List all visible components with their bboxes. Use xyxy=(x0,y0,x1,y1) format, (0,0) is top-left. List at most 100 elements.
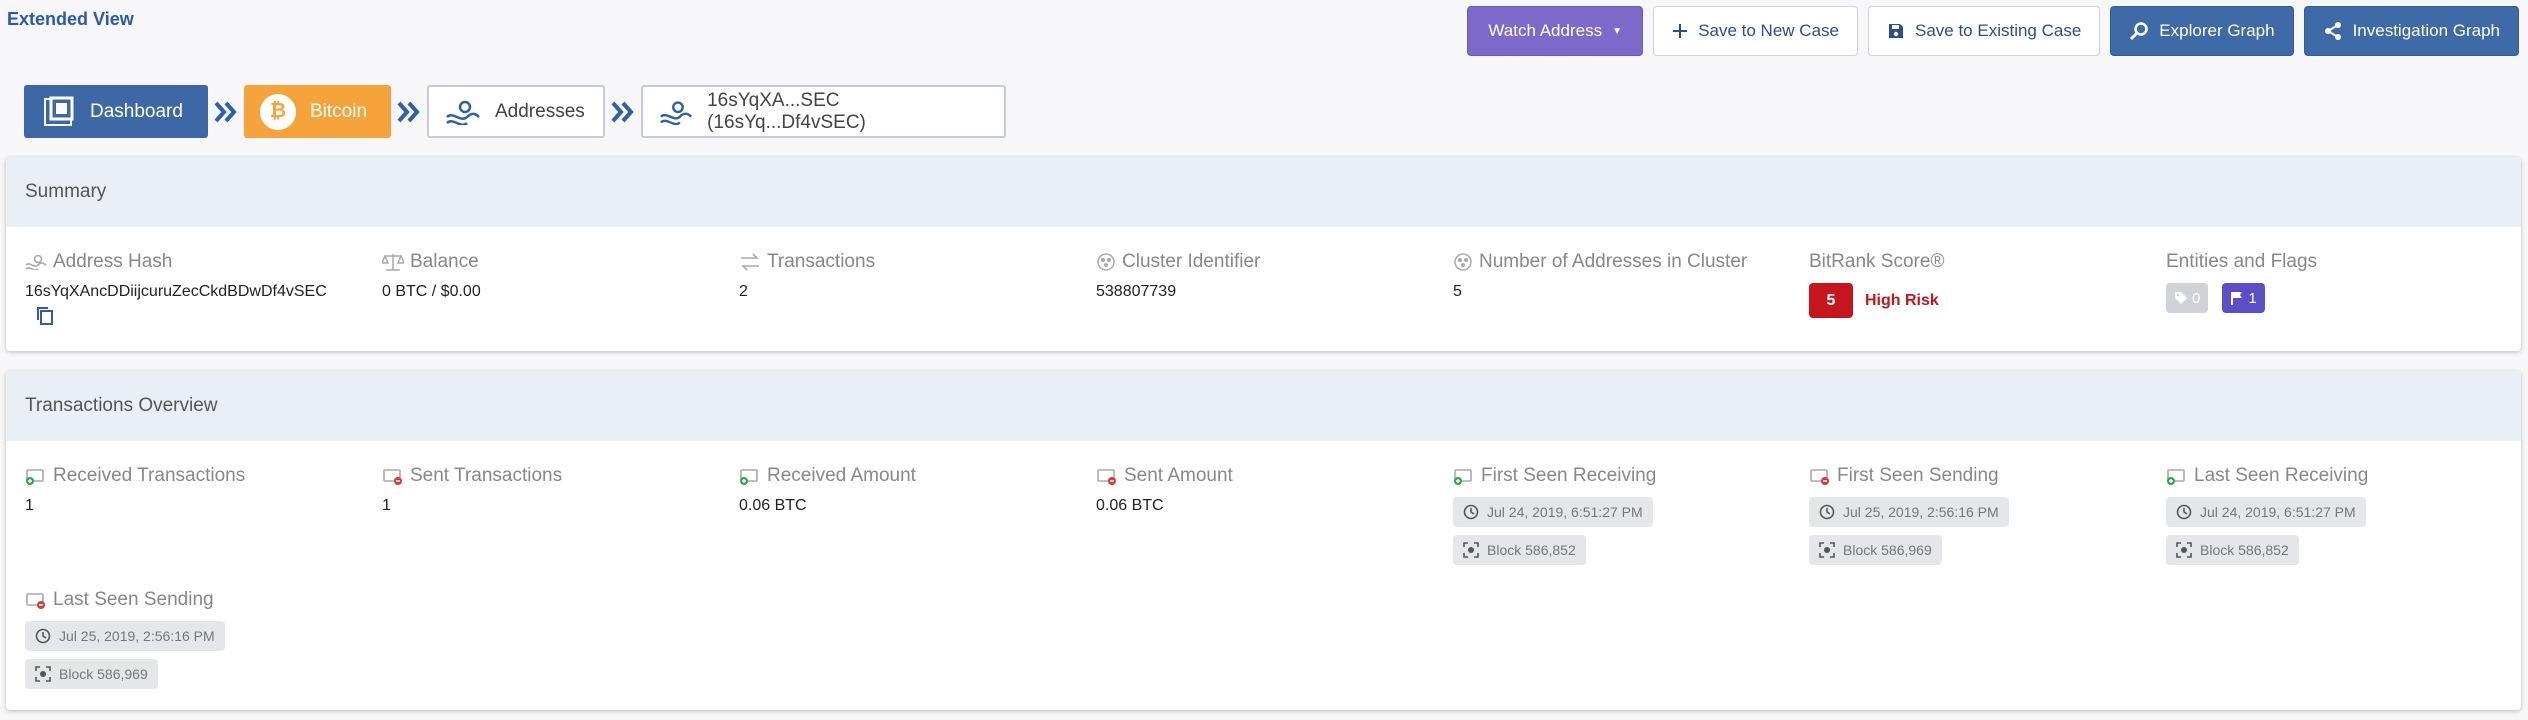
last-seen-receiving-time-text: Jul 24, 2019, 6:51:27 PM xyxy=(2200,504,2356,520)
block-icon xyxy=(1463,542,1479,558)
save-existing-label: Save to Existing Case xyxy=(1914,21,2082,40)
action-toolbar: Watch Address ▼ Save to New Case Save to… xyxy=(1467,6,2519,56)
address-icon xyxy=(446,100,480,125)
transactions-field: Transactions 2 xyxy=(739,249,1079,301)
bitrank-label: BitRank Score® xyxy=(1809,251,1945,272)
wallet-receive-icon xyxy=(1454,469,1472,485)
first-seen-receiving-label: First Seen Receiving xyxy=(1481,465,1657,486)
first-seen-receiving-time: Jul 24, 2019, 6:51:27 PM xyxy=(1453,497,1653,527)
breadcrumb-dashboard[interactable]: Dashboard xyxy=(24,85,208,138)
sent-transactions-label: Sent Transactions xyxy=(410,465,563,486)
tag-count-value: 0 xyxy=(2192,289,2201,307)
first-seen-sending-field: First Seen Sending Jul 25, 2019, 2:56:16… xyxy=(1809,463,2149,565)
sent-amount-label: Sent Amount xyxy=(1124,465,1233,486)
block-icon xyxy=(1819,542,1835,558)
cluster-icon xyxy=(1454,253,1472,271)
wallet-send-icon xyxy=(1097,469,1116,485)
flag-icon xyxy=(2231,292,2243,305)
clock-icon xyxy=(1463,504,1479,520)
bitcoin-icon: ₿ xyxy=(260,93,296,130)
transactions-label: Transactions xyxy=(767,251,876,272)
entities-flags-field: Entities and Flags 0 1 xyxy=(2166,249,2506,313)
last-seen-receiving-field: Last Seen Receiving Jul 24, 2019, 6:51:2… xyxy=(2166,463,2506,565)
address-hash-label: Address Hash xyxy=(53,251,173,272)
cluster-identifier-value: 538807739 xyxy=(1096,283,1177,300)
summary-header: Summary xyxy=(6,157,2521,227)
summary-card: Summary Address Hash 16sYqXAncDDiijcuruZ… xyxy=(6,157,2521,351)
wallet-send-icon xyxy=(26,593,45,609)
clock-icon xyxy=(35,628,51,644)
tag-icon xyxy=(2175,292,2187,304)
investigation-graph-button[interactable]: Investigation Graph xyxy=(2303,6,2519,56)
first-seen-sending-label: First Seen Sending xyxy=(1837,465,1999,486)
balance-value: 0 BTC / $0.00 xyxy=(382,283,481,300)
transactions-overview-card: Transactions Overview Received Transacti… xyxy=(6,371,2521,710)
block-icon xyxy=(35,666,51,682)
breadcrumb-bitcoin[interactable]: ₿ Bitcoin xyxy=(244,85,391,138)
wallet-send-icon xyxy=(383,469,402,485)
entities-flags-label: Entities and Flags xyxy=(2166,251,2318,272)
first-seen-receiving-time-text: Jul 24, 2019, 6:51:27 PM xyxy=(1487,504,1643,520)
bitrank-field: BitRank Score® 5 High Risk xyxy=(1809,249,2149,318)
last-seen-sending-block-text: Block 586,969 xyxy=(59,666,148,682)
wallet-receive-icon xyxy=(740,469,758,485)
cluster-identifier-field: Cluster Identifier 538807739 xyxy=(1096,249,1436,301)
breadcrumb-bitcoin-label: Bitcoin xyxy=(310,100,368,122)
save-new-label: Save to New Case xyxy=(1698,21,1839,40)
tag-count-badge[interactable]: 0 xyxy=(2166,283,2209,313)
page-title: Extended View xyxy=(7,9,134,29)
received-transactions-label: Received Transactions xyxy=(53,465,246,486)
bitrank-score-badge: 5 xyxy=(1809,283,1853,318)
last-seen-sending-time-text: Jul 25, 2019, 2:56:16 PM xyxy=(59,628,215,644)
explorer-graph-button[interactable]: Explorer Graph xyxy=(2110,6,2294,56)
share-nodes-icon xyxy=(2324,22,2341,40)
breadcrumb-addresses[interactable]: Addresses xyxy=(427,85,605,138)
last-seen-sending-time: Jul 25, 2019, 2:56:16 PM xyxy=(25,621,225,651)
received-amount-field: Received Amount 0.06 BTC xyxy=(739,463,1079,515)
breadcrumb-dashboard-label: Dashboard xyxy=(90,100,183,122)
sent-amount-value: 0.06 BTC xyxy=(1096,497,1164,514)
floppy-disk-icon xyxy=(1888,24,1903,38)
transactions-icon xyxy=(741,253,759,271)
chevron-double-right-icon xyxy=(391,101,427,123)
explorer-graph-label: Explorer Graph xyxy=(2159,21,2275,40)
watch-address-button[interactable]: Watch Address ▼ xyxy=(1467,6,1644,56)
bitrank-risk-label: High Risk xyxy=(1865,291,1939,309)
balance-label: Balance xyxy=(410,251,479,272)
addresses-in-cluster-label: Number of Addresses in Cluster xyxy=(1479,251,1748,272)
first-seen-sending-time-text: Jul 25, 2019, 2:56:16 PM xyxy=(1843,504,1999,520)
block-icon xyxy=(2176,542,2192,558)
save-to-new-case-button[interactable]: Save to New Case xyxy=(1653,6,1858,56)
flag-count-value: 1 xyxy=(2248,289,2257,307)
address-hash-value: 16sYqXAncDDiijcuruZecCkdBDwDf4vSEC xyxy=(25,283,327,300)
received-transactions-field: Received Transactions 1 xyxy=(25,463,365,515)
breadcrumb-addresses-label: Addresses xyxy=(495,100,585,122)
investigation-graph-label: Investigation Graph xyxy=(2352,21,2500,40)
last-seen-sending-block[interactable]: Block 586,969 xyxy=(25,659,158,689)
sent-amount-field: Sent Amount 0.06 BTC xyxy=(1096,463,1436,515)
address-hash-field: Address Hash 16sYqXAncDDiijcuruZecCkdBDw… xyxy=(25,249,365,332)
received-amount-label: Received Amount xyxy=(767,465,916,486)
caret-down-icon: ▼ xyxy=(1612,25,1622,37)
sent-transactions-value: 1 xyxy=(382,497,391,514)
first-seen-sending-block[interactable]: Block 586,969 xyxy=(1809,535,1942,565)
watch-address-label: Watch Address xyxy=(1488,21,1603,40)
cluster-identifier-label: Cluster Identifier xyxy=(1122,251,1261,272)
last-seen-receiving-block[interactable]: Block 586,852 xyxy=(2166,535,2299,565)
address-icon xyxy=(25,254,47,270)
breadcrumb-current-address[interactable]: 16sYqXA...SEC (16sYq...Df4vSEC) xyxy=(641,85,1006,138)
cluster-icon xyxy=(1097,253,1115,271)
wallet-receive-icon xyxy=(2167,469,2185,485)
first-seen-receiving-block-text: Block 586,852 xyxy=(1487,542,1576,558)
search-icon xyxy=(2130,22,2149,41)
first-seen-receiving-block[interactable]: Block 586,852 xyxy=(1453,535,1586,565)
flag-count-badge[interactable]: 1 xyxy=(2222,283,2265,313)
addresses-in-cluster-field: Number of Addresses in Cluster 5 xyxy=(1453,249,1793,301)
sent-transactions-field: Sent Transactions 1 xyxy=(382,463,722,515)
breadcrumb-current-label: 16sYqXA...SEC (16sYq...Df4vSEC) xyxy=(707,89,866,133)
copy-icon[interactable] xyxy=(35,305,365,332)
breadcrumb: Dashboard ₿ Bitcoin Addresses 16sYqXA...… xyxy=(24,85,1006,138)
scale-icon xyxy=(382,254,404,271)
save-to-existing-case-button[interactable]: Save to Existing Case xyxy=(1867,6,2101,56)
chevron-double-right-icon xyxy=(605,101,641,123)
